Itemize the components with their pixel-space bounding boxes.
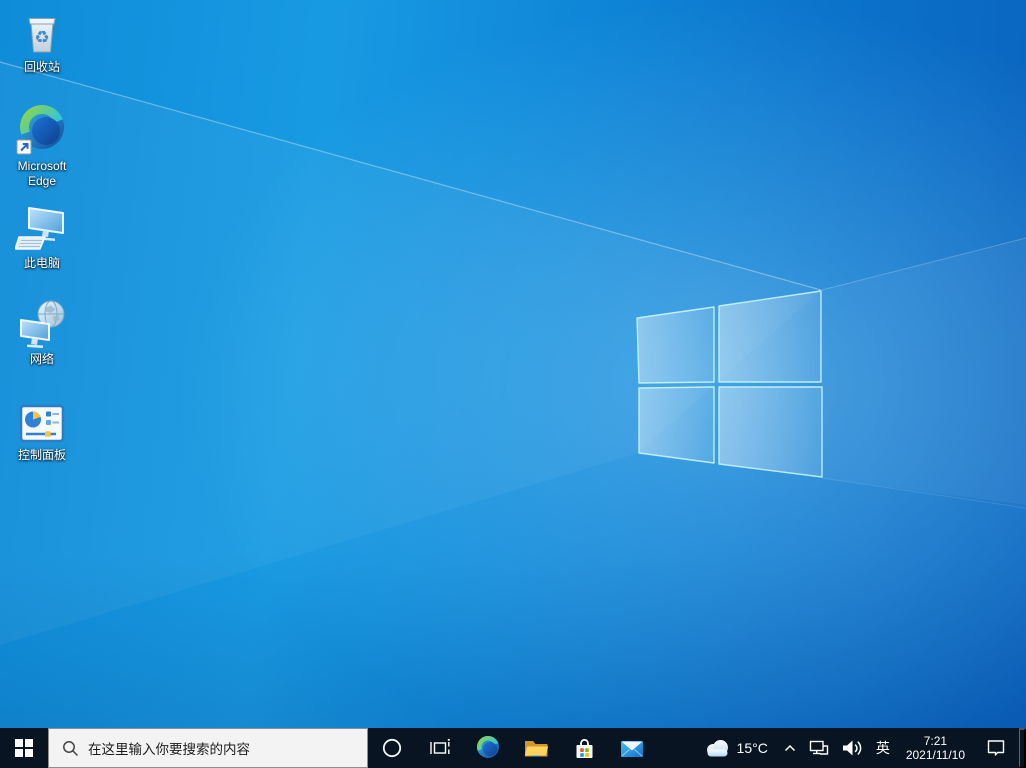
desktop-icon-label: 控制面板: [17, 448, 66, 462]
search-icon: [63, 740, 79, 756]
desktop-icon-label: 此电脑: [23, 256, 60, 270]
file-explorer-button[interactable]: [512, 728, 560, 768]
network-tray-button[interactable]: [803, 728, 835, 768]
microsoft-store-icon: [576, 738, 592, 758]
cortana-button[interactable]: [368, 728, 416, 768]
tray-expand-button[interactable]: [777, 728, 803, 768]
cortana-icon: [382, 738, 402, 758]
volume-button[interactable]: [835, 728, 868, 768]
start-button[interactable]: [0, 728, 48, 768]
temperature-label: 15°C: [736, 740, 768, 756]
file-explorer-icon: [524, 741, 548, 757]
task-view-button[interactable]: [416, 728, 464, 768]
mail-button[interactable]: [608, 728, 656, 768]
mail-icon: [621, 741, 643, 757]
wallpaper-windows-logo: [0, 61, 1026, 645]
system-tray: 15°C 英 7:21 2021/11/10: [695, 728, 1026, 768]
this-pc-icon: [15, 207, 64, 250]
desktop-icon-label: 回收站: [23, 60, 60, 74]
weather-widget[interactable]: 15°C: [695, 728, 777, 768]
svg-text:♻: ♻: [34, 28, 49, 48]
desktop-icon-recycle-bin[interactable]: ♻ 回收站: [2, 10, 82, 75]
network-icon: [20, 300, 65, 348]
windows-logo-icon: [15, 739, 33, 757]
weather-cloud-icon: [706, 740, 728, 757]
clock[interactable]: 7:21 2021/11/10: [898, 728, 973, 768]
desktop-icon-label: Microsoft Edge: [17, 159, 67, 188]
speaker-icon: [842, 740, 862, 756]
store-button[interactable]: [560, 728, 608, 768]
desktop-icon-network[interactable]: 网络: [2, 300, 82, 367]
action-center-button[interactable]: [973, 728, 1019, 768]
ethernet-icon: [809, 740, 829, 755]
chevron-up-icon: [784, 744, 795, 752]
desktop-icon-this-pc[interactable]: 此电脑: [2, 206, 82, 271]
show-desktop-button[interactable]: [1019, 728, 1026, 768]
desktop-icon-control-panel[interactable]: 控制面板: [2, 403, 82, 463]
control-panel-icon: [19, 404, 65, 443]
task-view-icon: [430, 738, 450, 754]
recycle-bin-icon: ♻: [28, 18, 56, 53]
edge-taskbar-button[interactable]: [464, 728, 512, 768]
desktop-icon-label: 网络: [29, 352, 54, 366]
action-center-icon: [987, 740, 1005, 756]
taskbar: 在这里输入你要搜索的内容 15°C 英 7:21 2021/11/10: [0, 728, 1026, 768]
time-label: 7:21: [923, 734, 948, 748]
search-placeholder: 在这里输入你要搜索的内容: [88, 742, 250, 757]
desktop: ♻ 回收站 Microsoft Edge 此电脑 网络 控制面板: [0, 0, 1026, 728]
date-label: 2021/11/10: [905, 748, 965, 762]
edge-icon: [477, 736, 499, 758]
desktop-icon-microsoft-edge[interactable]: Microsoft Edge: [2, 102, 82, 189]
ime-label: 英: [875, 740, 890, 756]
edge-icon: [16, 105, 64, 155]
ime-indicator[interactable]: 英: [868, 728, 898, 768]
search-input[interactable]: 在这里输入你要搜索的内容: [48, 728, 368, 768]
